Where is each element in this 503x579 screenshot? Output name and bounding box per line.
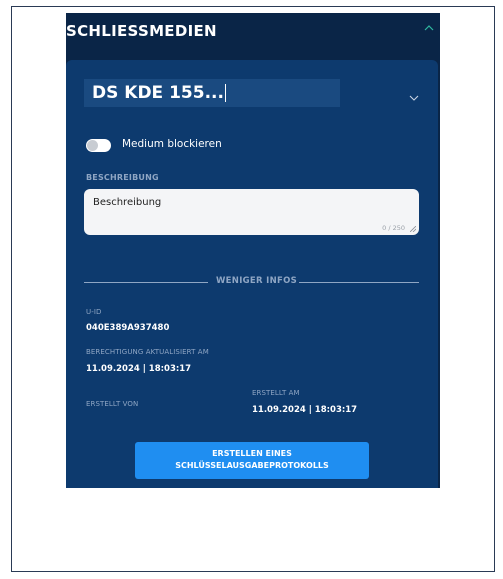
divider-line-right xyxy=(299,282,419,283)
character-counter: 0 / 250 xyxy=(382,224,405,232)
medium-name-field[interactable]: DS KDE 155... xyxy=(84,79,340,107)
created-at-value: 11.09.2024 | 18:03:17 xyxy=(252,405,358,415)
chevron-up-icon[interactable] xyxy=(422,21,436,35)
text-caret xyxy=(224,84,227,102)
created-at-label: ERSTELLT AM xyxy=(252,389,300,397)
button-label-line-1: ERSTELLEN EINES xyxy=(212,449,292,458)
schliessmedien-panel: SCHLIESSMEDIEN DS KDE 155... Medium bloc… xyxy=(66,13,440,488)
panel-title: SCHLIESSMEDIEN xyxy=(66,22,217,40)
resize-grip-icon[interactable] xyxy=(410,226,416,232)
block-medium-label: Medium blockieren xyxy=(122,138,222,150)
uid-value: 040E389A937480 xyxy=(86,323,170,333)
divider-line-left xyxy=(84,282,208,283)
create-key-issue-protocol-button[interactable]: ERSTELLEN EINES SCHLÜSSELAUSGABEPROTOKOL… xyxy=(135,442,369,479)
description-section-label: BESCHREIBUNG xyxy=(86,173,159,182)
block-medium-toggle[interactable] xyxy=(86,139,111,152)
medium-name-text: DS KDE 155... xyxy=(92,83,224,103)
panel-header[interactable]: SCHLIESSMEDIEN xyxy=(66,13,440,53)
description-textarea[interactable]: Beschreibung 0 / 250 xyxy=(84,189,419,235)
toggle-knob xyxy=(87,140,98,151)
description-placeholder: Beschreibung xyxy=(93,197,162,208)
medium-card: DS KDE 155... Medium blockieren BESCHREI… xyxy=(66,60,438,488)
permission-updated-label: BERECHTIGUNG AKTUALISIERT AM xyxy=(86,348,209,356)
button-label-line-2: SCHLÜSSELAUSGABEPROTOKOLLS xyxy=(175,461,329,470)
uid-label: U-ID xyxy=(86,308,102,316)
less-info-toggle[interactable]: WENIGER INFOS xyxy=(216,276,297,286)
chevron-down-icon[interactable] xyxy=(408,93,420,103)
created-by-label: ERSTELLT VON xyxy=(86,400,139,408)
permission-updated-value: 11.09.2024 | 18:03:17 xyxy=(86,364,192,374)
